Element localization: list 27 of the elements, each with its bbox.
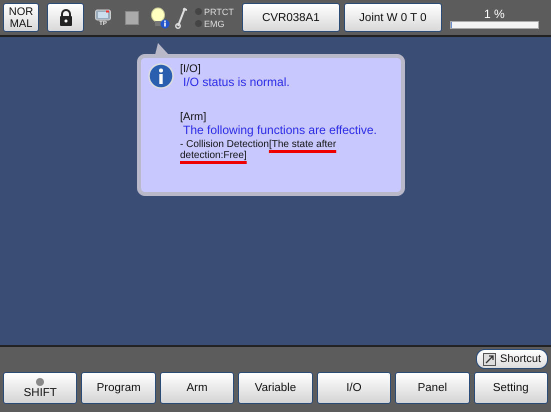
joint-button[interactable]: Joint W 0 T 0 [344, 3, 442, 32]
indicator-label: PRTCT [204, 6, 234, 16]
info-icon [148, 63, 174, 89]
status-message: The following functions are effective. [182, 123, 377, 137]
lock-button[interactable] [47, 3, 84, 32]
menu-button[interactable]: Variable [238, 372, 313, 404]
speed-reading: 1 % [484, 6, 505, 20]
status-message: I/O status is normal. [182, 75, 291, 89]
menu-button[interactable]: Arm [160, 372, 234, 404]
wrench-icon[interactable] [175, 6, 187, 28]
lightbulb-info-icon[interactable] [150, 6, 170, 28]
square-icon [125, 10, 139, 24]
robot-name-button[interactable]: CVR038A1 [242, 3, 340, 32]
menu-button[interactable]: Setting [474, 372, 548, 404]
menu-button[interactable]: Program [81, 372, 156, 404]
menu-button[interactable]: I/O [316, 372, 392, 404]
menu-button[interactable]: Panel [395, 372, 470, 404]
shortcut-icon [483, 352, 496, 366]
mode-button[interactable]: NOR MAL [3, 3, 39, 32]
section-header: [I/O] [180, 63, 202, 75]
lock-icon [58, 9, 72, 26]
detail-text: - Collision Detection[The state after detection:Free] [180, 139, 338, 161]
shift-button[interactable]: SHIFT [3, 372, 78, 404]
section-header: [Arm] [180, 111, 208, 123]
indicator-label: EMG [204, 18, 225, 28]
shortcut-button[interactable]: Shortcut [476, 349, 548, 369]
pendant-icon [95, 8, 111, 20]
